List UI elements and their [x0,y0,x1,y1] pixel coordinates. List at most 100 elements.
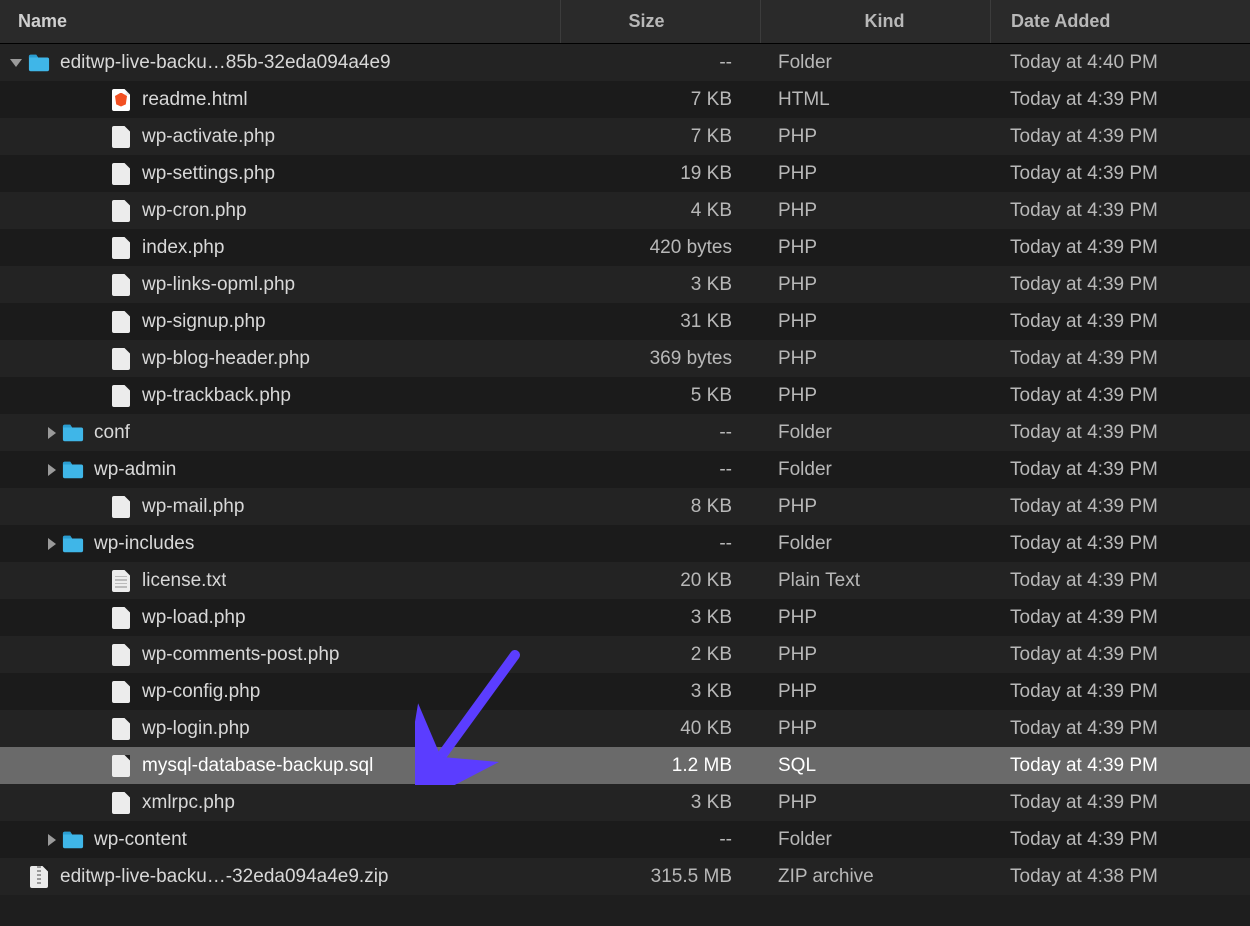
cell-kind: ZIP archive [760,866,990,888]
cell-size: 3 KB [560,607,760,629]
cell-date: Today at 4:39 PM [990,200,1250,222]
table-row[interactable]: wp-includes--FolderToday at 4:39 PM [0,525,1250,562]
disclosure-triangle-open-icon[interactable] [10,59,22,67]
column-header-size[interactable]: Size [560,0,760,43]
column-header-name[interactable]: Name [0,11,560,32]
disclosure-triangle-closed-icon[interactable] [48,538,56,550]
cell-kind: PHP [760,200,990,222]
cell-date: Today at 4:39 PM [990,237,1250,259]
cell-size: -- [560,829,760,851]
table-row[interactable]: wp-settings.php19 KBPHPToday at 4:39 PM [0,155,1250,192]
table-row[interactable]: wp-signup.php31 KBPHPToday at 4:39 PM [0,303,1250,340]
file-name: wp-trackback.php [142,385,291,407]
file-name: wp-includes [94,533,194,555]
table-row[interactable]: wp-load.php3 KBPHPToday at 4:39 PM [0,599,1250,636]
generic-file-icon [110,754,132,778]
table-row[interactable]: license.txt20 KBPlain TextToday at 4:39 … [0,562,1250,599]
cell-kind: Folder [760,459,990,481]
table-row[interactable]: wp-cron.php4 KBPHPToday at 4:39 PM [0,192,1250,229]
table-row[interactable]: wp-content --FolderToday at 4:39 PM [0,821,1250,858]
cell-size: 20 KB [560,570,760,592]
table-row[interactable]: xmlrpc.php3 KBPHPToday at 4:39 PM [0,784,1250,821]
cell-size: 5 KB [560,385,760,407]
folder-icon [62,532,84,556]
cell-size: -- [560,459,760,481]
file-name: wp-links-opml.php [142,274,295,296]
column-header-date[interactable]: Date Added [990,0,1250,43]
generic-file-icon [110,125,132,149]
generic-file-icon [110,384,132,408]
generic-file-icon [110,606,132,630]
cell-kind: PHP [760,348,990,370]
file-name: wp-config.php [142,681,260,703]
table-row[interactable]: index.php420 bytesPHPToday at 4:39 PM [0,229,1250,266]
cell-date: Today at 4:39 PM [990,385,1250,407]
cell-kind: Folder [760,422,990,444]
file-name: wp-content [94,829,187,851]
generic-file-icon [110,199,132,223]
cell-date: Today at 4:39 PM [990,496,1250,518]
disclosure-triangle-closed-icon[interactable] [48,427,56,439]
table-row[interactable]: readme.html7 KBHTMLToday at 4:39 PM [0,81,1250,118]
table-row[interactable]: wp-config.php3 KBPHPToday at 4:39 PM [0,673,1250,710]
file-name: wp-admin [94,459,176,481]
cell-size: 31 KB [560,311,760,333]
file-name: wp-load.php [142,607,246,629]
cell-name: wp-admin [0,458,560,482]
table-row[interactable]: editwp-live-backu…-32eda094a4e9.zip315.5… [0,858,1250,895]
table-row[interactable]: wp-trackback.php 5 KBPHPToday at 4:39 PM [0,377,1250,414]
text-file-icon [110,569,132,593]
cell-name: wp-content [0,828,560,852]
cell-kind: PHP [760,718,990,740]
cell-size: 7 KB [560,89,760,111]
file-name: readme.html [142,89,248,111]
table-row[interactable]: wp-admin --FolderToday at 4:39 PM [0,451,1250,488]
folder-icon [62,828,84,852]
table-row[interactable]: conf--FolderToday at 4:39 PM [0,414,1250,451]
cell-date: Today at 4:39 PM [990,459,1250,481]
cell-date: Today at 4:39 PM [990,755,1250,777]
cell-kind: PHP [760,385,990,407]
table-row[interactable]: wp-comments-post.php2 KBPHPToday at 4:39… [0,636,1250,673]
table-row[interactable]: wp-links-opml.php3 KBPHPToday at 4:39 PM [0,266,1250,303]
table-row[interactable]: wp-mail.php8 KBPHPToday at 4:39 PM [0,488,1250,525]
generic-file-icon [110,495,132,519]
cell-size: 2 KB [560,644,760,666]
cell-date: Today at 4:39 PM [990,792,1250,814]
cell-size: -- [560,422,760,444]
table-row[interactable]: mysql-database-backup.sql1.2 MBSQLToday … [0,747,1250,784]
table-row[interactable]: editwp-live-backu…85b-32eda094a4e9--Fold… [0,44,1250,81]
cell-name: license.txt [0,569,560,593]
folder-icon [62,421,84,445]
cell-name: index.php [0,236,560,260]
cell-date: Today at 4:39 PM [990,644,1250,666]
cell-date: Today at 4:40 PM [990,52,1250,74]
cell-size: 1.2 MB [560,755,760,777]
table-row[interactable]: wp-login.php40 KBPHPToday at 4:39 PM [0,710,1250,747]
cell-name: mysql-database-backup.sql [0,754,560,778]
cell-name: xmlrpc.php [0,791,560,815]
generic-file-icon [110,273,132,297]
disclosure-triangle-closed-icon[interactable] [48,464,56,476]
file-name: wp-blog-header.php [142,348,310,370]
table-row[interactable]: wp-blog-header.php369 bytesPHPToday at 4… [0,340,1250,377]
column-header-kind[interactable]: Kind [760,0,990,43]
column-header-row: Name Size Kind Date Added [0,0,1250,44]
cell-date: Today at 4:39 PM [990,311,1250,333]
file-name: editwp-live-backu…85b-32eda094a4e9 [60,52,391,74]
table-row[interactable]: wp-activate.php7 KBPHPToday at 4:39 PM [0,118,1250,155]
cell-kind: Folder [760,829,990,851]
folder-icon [62,458,84,482]
cell-date: Today at 4:39 PM [990,829,1250,851]
disclosure-triangle-closed-icon[interactable] [48,834,56,846]
cell-name: wp-activate.php [0,125,560,149]
cell-date: Today at 4:39 PM [990,274,1250,296]
file-name: editwp-live-backu…-32eda094a4e9.zip [60,866,388,888]
cell-size: -- [560,52,760,74]
cell-name: editwp-live-backu…-32eda094a4e9.zip [0,865,560,889]
cell-kind: PHP [760,237,990,259]
cell-kind: PHP [760,126,990,148]
cell-name: wp-signup.php [0,310,560,334]
cell-kind: PHP [760,163,990,185]
cell-name: wp-blog-header.php [0,347,560,371]
